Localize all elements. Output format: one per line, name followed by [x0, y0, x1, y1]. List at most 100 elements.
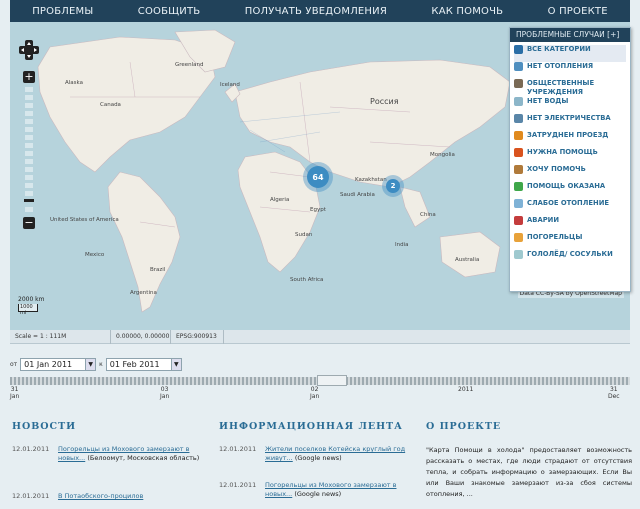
timeline-slider[interactable]: 31 Jan 03 Jan 02 Jan 2011 31 Dec [10, 375, 630, 405]
category-icon [514, 182, 523, 191]
map-label: South Africa [290, 277, 324, 283]
scale-bottom-label: 1000 mi [18, 304, 38, 316]
zoom-level-slot[interactable] [25, 87, 33, 92]
status-separator [170, 330, 171, 344]
page: ПРОБЛЕМЫ СООБЩИТЬ ПОЛУЧАТЬ УВЕДОМЛЕНИЯ К… [0, 0, 640, 509]
category-icon [514, 114, 523, 123]
timeline-label: 02 Jan [310, 386, 320, 400]
zoom-bar[interactable]: + − [23, 71, 35, 231]
zoom-level-slot[interactable] [25, 183, 33, 188]
timeline-label: 2011 [458, 386, 474, 393]
map-label: Argentina [130, 290, 157, 296]
feed-date: 12.01.2011 [219, 445, 257, 453]
nav-report[interactable]: СООБЩИТЬ [138, 6, 201, 17]
pan-control[interactable] [18, 39, 40, 61]
top-navigation: ПРОБЛЕМЫ СООБЩИТЬ ПОЛУЧАТЬ УВЕДОМЛЕНИЯ К… [10, 0, 630, 22]
about-text: "Карта Помощи в холода" предоставляет во… [426, 446, 632, 498]
from-label: от [10, 361, 18, 368]
category-item[interactable]: ПОМОЩЬ ОКАЗАНА [514, 182, 626, 199]
category-icon [514, 216, 523, 225]
category-item[interactable]: ОБЩЕСТВЕННЫЕ УЧРЕЖДЕНИЯ [514, 79, 626, 97]
zoom-level-slot[interactable] [25, 127, 33, 132]
category-label: ОБЩЕСТВЕННЫЕ УЧРЕЖДЕНИЯ [527, 79, 595, 96]
category-label: НУЖНА ПОМОЩЬ [527, 148, 598, 156]
zoom-level-slot[interactable] [25, 119, 33, 124]
category-item[interactable]: СЛАБОЕ ОТОПЛЕНИЕ [514, 199, 626, 216]
category-label: ХОЧУ ПОМОЧЬ [527, 165, 586, 173]
category-item[interactable]: ПОГОРЕЛЬЦЫ [514, 233, 626, 250]
zoom-level-slot[interactable] [25, 143, 33, 148]
chevron-down-icon: ▼ [170, 359, 181, 370]
zoom-level-slot[interactable] [25, 111, 33, 116]
zoom-out-button[interactable]: − [23, 217, 35, 229]
zoom-level-slot[interactable] [25, 103, 33, 108]
zoom-slider-handle[interactable] [24, 199, 34, 202]
cluster-marker[interactable]: 64 [307, 166, 329, 188]
zoom-level-slot[interactable] [25, 175, 33, 180]
category-item[interactable]: НЕТ ОТОПЛЕНИЯ [514, 62, 626, 79]
category-item[interactable]: ВСЕ КАТЕГОРИИ [514, 45, 626, 62]
map-label: Egypt [310, 207, 326, 213]
category-panel-header[interactable]: ПРОБЛЕМНЫЕ СЛУЧАИ [+] [510, 28, 630, 42]
nav-how-to-help[interactable]: КАК ПОМОЧЬ [431, 6, 503, 17]
nav-about[interactable]: О ПРОЕКТЕ [548, 6, 608, 17]
category-icon [514, 79, 523, 88]
news-date: 12.01.2011 [12, 492, 50, 500]
to-date-value: 01 Feb 2011 [109, 360, 160, 369]
category-item[interactable]: ГОЛОЛЁД/ СОСУЛЬКИ [514, 250, 626, 267]
news-date: 12.01.2011 [12, 445, 50, 453]
nav-problems[interactable]: ПРОБЛЕМЫ [32, 6, 93, 17]
zoom-level-slot[interactable] [25, 135, 33, 140]
category-icon [514, 131, 523, 140]
to-date-select[interactable]: 01 Feb 2011 ▼ [105, 358, 182, 371]
map-label: Australia [455, 257, 480, 263]
category-filter-panel: ПРОБЛЕМНЫЕ СЛУЧАИ [+] ВСЕ КАТЕГОРИИ НЕТ О… [509, 27, 631, 292]
timeline-label: 31 Jan [10, 386, 20, 400]
chevron-down-icon: ▼ [85, 359, 96, 370]
category-item[interactable]: НУЖНА ПОМОЩЬ [514, 148, 626, 165]
timeline-label: 31 Dec [608, 386, 620, 400]
cluster-marker[interactable]: 2 [386, 179, 400, 193]
zoom-in-button[interactable]: + [23, 71, 35, 83]
category-label: НЕТ ВОДЫ [527, 97, 569, 105]
category-item[interactable]: ЗАТРУДНЕН ПРОЕЗД [514, 131, 626, 148]
zoom-level-slot[interactable] [25, 207, 33, 212]
feed-title: ИНФОРМАЦИОННАЯ ЛЕНТА [219, 421, 403, 432]
feed-item: 12.01.2011 Жители поселков Котейска круг… [219, 445, 419, 475]
category-item[interactable]: НЕТ ЭЛЕКТРИЧЕСТВА [514, 114, 626, 131]
map-label: Brazil [150, 267, 166, 273]
news-link[interactable]: В Потаобского-процилов [58, 492, 143, 500]
news-item: 12.01.2011 В Потаобского-процилов [12, 492, 212, 509]
category-item[interactable]: АВАРИИ [514, 216, 626, 233]
zoom-level-slot[interactable] [25, 159, 33, 164]
status-separator [110, 330, 111, 344]
map-label: Algeria [270, 197, 290, 203]
zoom-level-slot[interactable] [25, 191, 33, 196]
category-item[interactable]: НЕТ ВОДЫ [514, 97, 626, 114]
zoom-level-slot[interactable] [25, 95, 33, 100]
zoom-level-slot[interactable] [25, 151, 33, 156]
category-icon [514, 62, 523, 71]
category-label: НЕТ ОТОПЛЕНИЯ [527, 62, 594, 70]
category-label: НЕТ ЭЛЕКТРИЧЕСТВА [527, 114, 611, 122]
map-label: Mexico [85, 252, 105, 258]
category-label: ПОМОЩЬ ОКАЗАНА [527, 182, 606, 190]
category-item[interactable]: ХОЧУ ПОМОЧЬ [514, 165, 626, 182]
zoom-level-slot[interactable] [25, 167, 33, 172]
map-label: Sudan [295, 232, 313, 238]
feed-item: 12.01.2011 Погорельцы из Мохового замерз… [219, 481, 419, 509]
map-label: Iceland [220, 82, 240, 88]
category-label: АВАРИИ [527, 216, 560, 224]
scale-readout: Scale = 1 : 111M [15, 333, 67, 340]
nav-notifications[interactable]: ПОЛУЧАТЬ УВЕДОМЛЕНИЯ [245, 6, 387, 17]
map-label: Canada [100, 102, 121, 108]
map-label: Saudi Arabia [340, 192, 375, 198]
news-item: 12.01.2011 Погорельцы из Мохового замерз… [12, 445, 212, 480]
category-icon [514, 233, 523, 242]
map-label: China [420, 212, 436, 218]
category-icon [514, 250, 523, 259]
map-status-bar: Scale = 1 : 111M 0.00000, 0.00000 EPSG:9… [10, 330, 630, 344]
timeline-handle[interactable] [317, 375, 347, 386]
from-date-select[interactable]: 01 Jan 2011 ▼ [20, 358, 97, 371]
coordinates-readout: 0.00000, 0.00000 [116, 333, 170, 340]
